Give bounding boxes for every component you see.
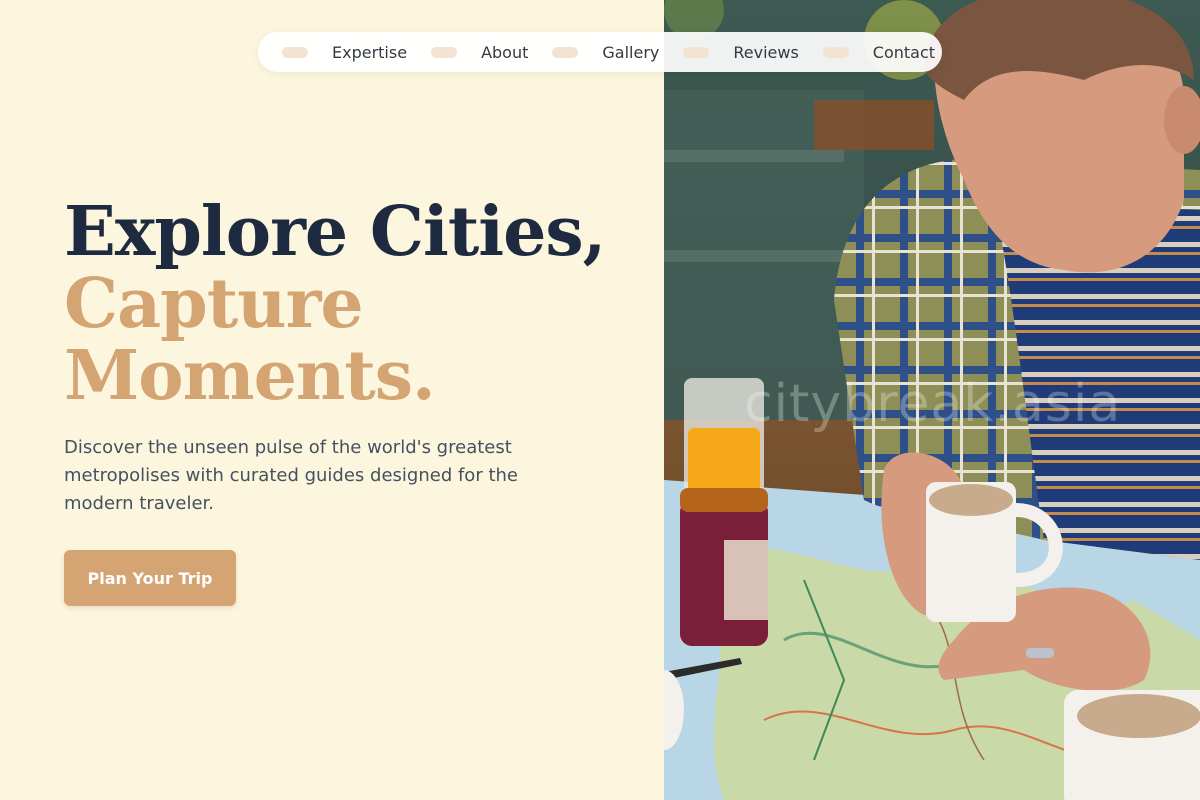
headline-line-1: Explore Cities, xyxy=(64,192,606,272)
nav-item-contact[interactable]: Contact xyxy=(822,32,959,72)
nav-dot-icon xyxy=(822,46,849,58)
plan-trip-button[interactable]: Plan Your Trip xyxy=(64,550,236,606)
nav-item-expertise[interactable]: Expertise xyxy=(282,32,431,72)
nav-label: Reviews xyxy=(733,42,799,62)
nav-label: Gallery xyxy=(602,42,660,62)
nav-item-reviews[interactable]: Reviews xyxy=(683,32,822,72)
nav-dot-icon xyxy=(683,46,710,58)
headline-line-3: Moments. xyxy=(64,336,436,416)
nav-label: About xyxy=(481,42,529,62)
nav-dot-icon xyxy=(431,46,458,58)
hero-photo: citybreak.asia xyxy=(664,0,1200,800)
photo-watermark: citybreak.asia xyxy=(744,374,1122,434)
nav-item-gallery[interactable]: Gallery xyxy=(552,32,683,72)
hero-headline: Explore Cities, Capture Moments. xyxy=(64,192,606,416)
nav-label: Expertise xyxy=(332,42,408,62)
nav-dot-icon xyxy=(282,46,308,58)
headline-line-2: Capture xyxy=(64,264,364,344)
nav-item-about[interactable]: About xyxy=(431,32,552,72)
hero-left-panel: Explore Cities, Capture Moments. Discove… xyxy=(0,0,664,800)
top-navigation: Expertise About Gallery Reviews Contact xyxy=(258,32,942,72)
hero-subtext: Discover the unseen pulse of the world's… xyxy=(64,437,518,514)
nav-dot-icon xyxy=(552,46,579,58)
nav-label: Contact xyxy=(872,42,936,62)
